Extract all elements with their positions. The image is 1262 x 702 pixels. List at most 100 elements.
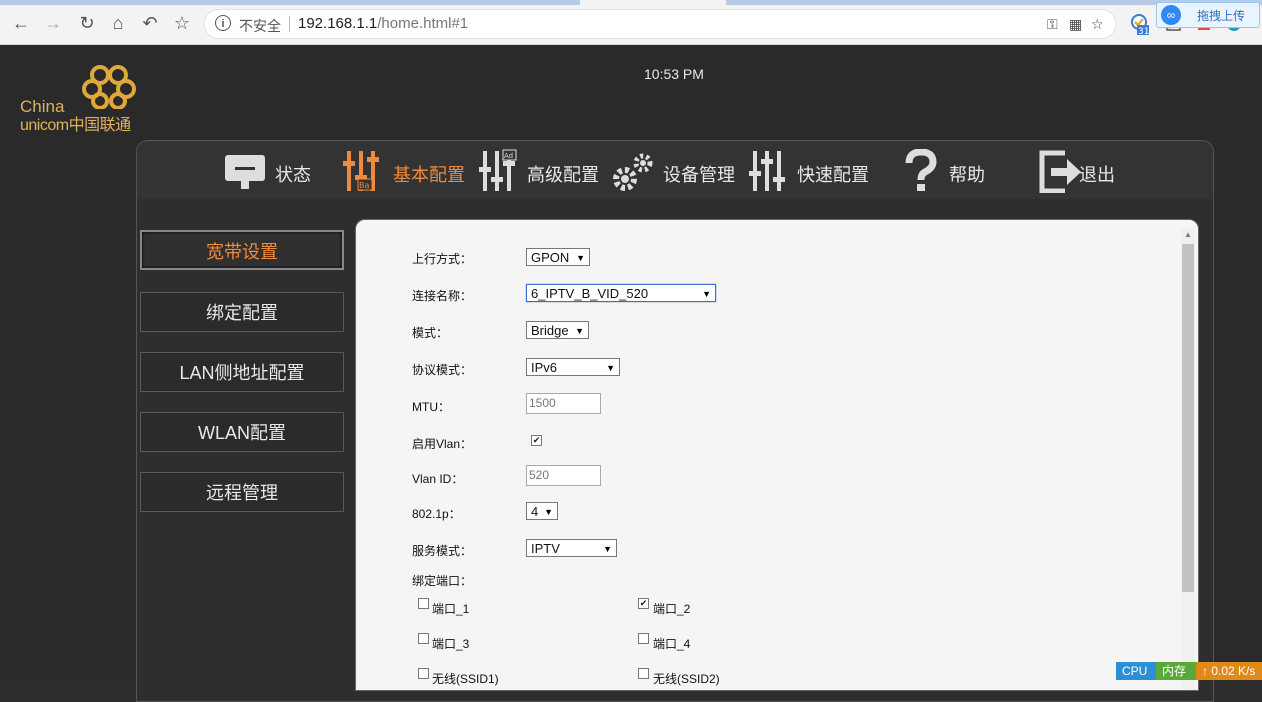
- router-page: China unicom中国联通 10:53 PM 状态 Ba 基本配置 Ad …: [0, 45, 1262, 702]
- menu-item-status[interactable]: 状态: [223, 147, 323, 195]
- menu-label: 高级配置: [527, 165, 599, 185]
- service-value: IPTV: [531, 541, 560, 556]
- network-speed: ↑ 0.02 K/s: [1196, 662, 1262, 680]
- sidebar-item-remote[interactable]: 远程管理: [140, 472, 344, 512]
- port-3-label: 端口_3: [432, 637, 470, 651]
- top-menu: 状态 Ba 基本配置 Ad 高级配置 设备管理 快速配置 帮助 退出: [137, 141, 1213, 199]
- sidebar-item-binding[interactable]: 绑定配置: [140, 292, 344, 332]
- mode-value: Bridge: [531, 323, 569, 338]
- service-label: 服务模式：: [412, 544, 473, 558]
- cpu-indicator: CPU: [1116, 662, 1156, 680]
- gears-icon: [613, 153, 653, 191]
- address-separator: [289, 16, 290, 32]
- mode-select[interactable]: Bridge ▼: [526, 321, 589, 339]
- port-4-label: 端口_4: [653, 637, 691, 651]
- unicom-knot-icon: [82, 65, 136, 109]
- active-tab[interactable]: [580, 0, 726, 5]
- sidebar-item-wlan[interactable]: WLAN配置: [140, 412, 344, 452]
- sliders-icon: Ad: [479, 149, 517, 191]
- menu-item-help[interactable]: 帮助: [899, 147, 999, 195]
- ssid1-label: 无线(SSID1): [432, 672, 499, 686]
- monitor-icon: [225, 155, 265, 189]
- uplink-value: GPON: [531, 250, 570, 265]
- menu-label: 帮助: [949, 165, 985, 185]
- drag-upload-button[interactable]: ∞ 拖拽上传: [1156, 2, 1260, 28]
- sidebar-item-broadband[interactable]: 宽带设置: [140, 230, 344, 270]
- bind-ports-label: 绑定端口：: [412, 574, 473, 588]
- menu-item-logout[interactable]: 退出: [1039, 147, 1129, 195]
- scrollbar[interactable]: ▲: [1181, 228, 1195, 690]
- p8021-select[interactable]: 4 ▼: [526, 502, 558, 520]
- ssid1-checkbox[interactable]: [418, 668, 429, 679]
- protocol-value: IPv6: [531, 360, 558, 375]
- protocol-select[interactable]: IPv6 ▼: [526, 358, 620, 376]
- port-3-checkbox[interactable]: [418, 633, 429, 644]
- exit-icon: [1039, 150, 1081, 193]
- vlan-id-label: Vlan ID：: [412, 472, 464, 486]
- vlan-enable-checkbox[interactable]: ✔: [531, 435, 542, 446]
- service-select[interactable]: IPTV ▼: [526, 539, 617, 557]
- memory-indicator: 内存: [1156, 662, 1196, 680]
- reload-icon[interactable]: ↻: [76, 12, 98, 34]
- menu-label: 快速配置: [797, 165, 869, 185]
- port-2-checkbox[interactable]: ✔: [638, 598, 649, 609]
- vlan-id-input[interactable]: 520: [526, 465, 601, 486]
- mode-label: 模式：: [412, 326, 449, 340]
- network-speed-value: 0.02 K/s: [1211, 664, 1256, 678]
- star-icon[interactable]: ☆: [1091, 16, 1104, 33]
- dropdown-arrow-icon: ▼: [603, 544, 612, 554]
- uplink-label: 上行方式：: [412, 252, 473, 266]
- menu-item-device-management[interactable]: 设备管理: [611, 147, 737, 195]
- dropdown-arrow-icon: ▼: [544, 507, 553, 517]
- china-unicom-logo: China unicom中国联通: [18, 63, 148, 134]
- ssid2-checkbox[interactable]: [638, 668, 649, 679]
- sidebar-item-lan[interactable]: LAN侧地址配置: [140, 352, 344, 392]
- upload-label: 拖拽上传: [1197, 9, 1246, 23]
- sliders-icon: [749, 151, 785, 191]
- qr-code-icon[interactable]: ▦: [1069, 16, 1082, 33]
- port-2-label: 端口_2: [653, 602, 691, 616]
- menu-badge: Ba: [359, 181, 369, 190]
- undo-icon[interactable]: ↶: [139, 12, 161, 34]
- browser-toolbar: ← → ↻ ⌂ ↶ ☆ i 不安全 192.168.1.1/home.html#…: [0, 0, 1262, 45]
- menu-label: 设备管理: [663, 165, 735, 185]
- conn-name-label: 连接名称：: [412, 289, 473, 303]
- question-icon: [905, 149, 937, 191]
- menu-item-advanced-config[interactable]: Ad 高级配置: [477, 147, 603, 195]
- url-path: /home.html#1: [377, 15, 469, 32]
- uplink-select[interactable]: GPON ▼: [526, 248, 590, 266]
- menu-badge: Ad: [504, 152, 513, 160]
- logo-text-unicom: unicom中国联通: [20, 117, 131, 134]
- url-text[interactable]: 192.168.1.1/home.html#1: [298, 15, 468, 32]
- port-4-checkbox[interactable]: [638, 633, 649, 644]
- dropdown-arrow-icon: ▼: [575, 326, 584, 336]
- forward-icon[interactable]: →: [42, 12, 64, 34]
- home-icon[interactable]: ⌂: [107, 12, 129, 34]
- vlan-enable-label: 启用Vlan：: [412, 437, 473, 451]
- menu-item-basic-config[interactable]: Ba 基本配置: [341, 147, 467, 195]
- dropdown-arrow-icon: ▼: [606, 363, 615, 373]
- conn-name-select[interactable]: 6_IPTV_B_VID_520 ▼: [526, 284, 716, 302]
- menu-label: 基本配置: [393, 165, 465, 185]
- scroll-up-icon[interactable]: ▲: [1183, 230, 1193, 240]
- back-icon[interactable]: ←: [10, 12, 32, 34]
- port-1-checkbox[interactable]: [418, 598, 429, 609]
- mtu-input[interactable]: 1500: [526, 393, 601, 414]
- p8021-label: 802.1p：: [412, 507, 461, 521]
- clock: 10:53 PM: [644, 66, 704, 82]
- menu-item-quick-config[interactable]: 快速配置: [747, 147, 873, 195]
- address-bar[interactable]: i 不安全 192.168.1.1/home.html#1 ⚿ ▦ ☆: [204, 9, 1116, 39]
- menu-label: 状态: [275, 165, 311, 185]
- conn-name-value: 6_IPTV_B_VID_520: [531, 286, 649, 301]
- key-icon[interactable]: ⚿: [1047, 16, 1058, 33]
- calendar-extension-icon[interactable]: 31: [1130, 14, 1149, 37]
- insecure-label: 不安全: [239, 18, 281, 34]
- scroll-thumb[interactable]: [1182, 244, 1194, 592]
- protocol-label: 协议模式：: [412, 363, 473, 377]
- cloud-icon: ∞: [1161, 5, 1181, 25]
- bookmark-star-icon[interactable]: ☆: [171, 12, 193, 34]
- info-icon[interactable]: i: [215, 15, 231, 31]
- port-1-label: 端口_1: [432, 602, 470, 616]
- url-host: 192.168.1.1: [298, 15, 378, 32]
- menu-label: 退出: [1079, 165, 1115, 185]
